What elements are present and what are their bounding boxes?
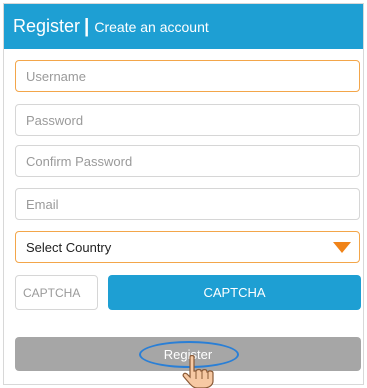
username-field[interactable] <box>15 60 360 92</box>
page-title: Register <box>13 16 81 36</box>
country-select-value: Select Country <box>26 239 112 255</box>
title-separator: | <box>84 15 90 37</box>
page-subtitle: Create an account <box>94 18 209 35</box>
register-button[interactable]: Register <box>15 337 361 371</box>
country-select[interactable]: Select Country <box>15 231 360 263</box>
triangle-down-icon <box>333 242 351 253</box>
email-field[interactable] <box>15 188 360 220</box>
confirm-password-field[interactable] <box>15 145 360 177</box>
header-bar: Register | Create an account <box>4 4 363 49</box>
captcha-input[interactable] <box>15 275 98 310</box>
captcha-button[interactable]: CAPTCHA <box>108 275 361 310</box>
password-field[interactable] <box>15 104 360 136</box>
